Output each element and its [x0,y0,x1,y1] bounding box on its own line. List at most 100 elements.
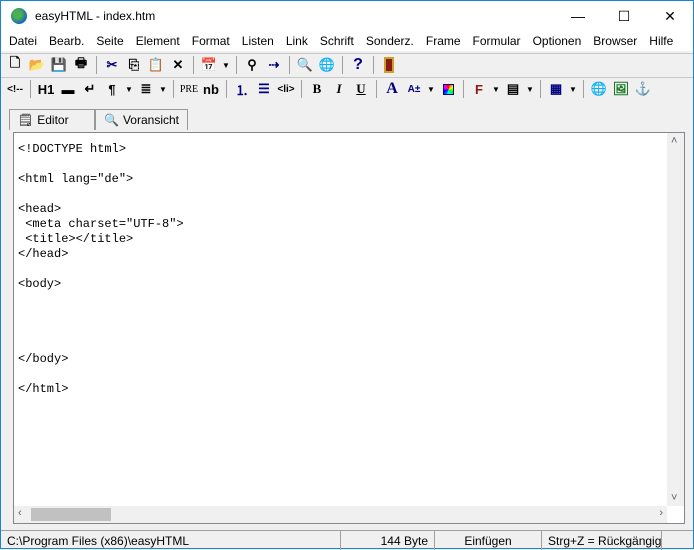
toolbar-format: <!-- H1 ▬ ↵ ¶ ▼ ≣ ▼ PRE nb ⒈ ☰ <li> B I … [1,77,693,100]
italic-button[interactable]: I [328,78,350,100]
new-icon[interactable]: 🗋 [4,54,26,76]
menu-item[interactable]: Sonderz. [360,34,420,48]
menu-item[interactable]: Listen [236,34,280,48]
delete-icon[interactable]: ✕ [167,54,189,76]
paragraph-icon[interactable]: ¶ [101,78,123,100]
magnifier-icon: 🔍 [104,113,119,127]
exit-icon[interactable] [378,54,400,76]
menu-item[interactable]: Schrift [314,34,360,48]
font-size-button[interactable]: A± [403,78,425,100]
open-icon[interactable]: 📂 [26,54,48,76]
minimize-button[interactable]: — [555,1,601,31]
menu-item[interactable]: Hilfe [643,34,679,48]
status-mode: Einfügen [435,531,542,550]
status-size: 144 Byte [341,531,435,550]
unordered-list-icon[interactable]: ☰ [253,78,275,100]
font-size-dropdown[interactable]: ▼ [425,85,437,94]
preview-icon[interactable]: 🔍 [294,54,316,76]
replace-icon[interactable]: ⇢ [263,54,285,76]
browser-icon[interactable]: 🌐 [316,54,338,76]
tab-voransicht[interactable]: 🔍 Voransicht [95,109,188,130]
underline-button[interactable]: U [350,78,372,100]
menu-bar: Datei Bearb. Seite Element Format Listen Link S… [1,31,693,51]
separator [373,56,374,74]
paste-icon[interactable]: 📋 [145,54,167,76]
menu-item[interactable]: Bearb. [43,34,90,48]
cut-icon[interactable]: ✂ [101,54,123,76]
code-line: </head> [18,247,69,261]
code-line: <!DOCTYPE html> [18,142,127,156]
image-icon[interactable]: 🖼 [610,78,632,100]
date-dropdown[interactable]: ▼ [220,61,232,70]
help-icon[interactable]: ? [347,54,369,76]
h1-button[interactable]: H1 [35,78,57,100]
align-dropdown[interactable]: ▼ [157,85,169,94]
status-bar: C:\Program Files (x86)\easyHTML 144 Byte… [1,530,693,550]
color-icon[interactable] [437,78,459,100]
close-button[interactable]: ✕ [647,1,693,31]
menu-item[interactable]: Formular [467,34,527,48]
code-editor[interactable]: <!DOCTYPE html> <html lang="de"> <head> <m… [13,132,685,524]
nbsp-button[interactable]: nb [200,78,222,100]
tab-label: Editor [37,113,69,127]
table-icon[interactable]: ▦ [545,78,567,100]
link-globe-icon[interactable]: 🌐 [588,78,610,100]
code-text[interactable]: <!DOCTYPE html> <html lang="de"> <head> <m… [18,142,184,397]
frame-dropdown[interactable]: ▼ [524,85,536,94]
status-hint: Strg+Z = Rückgängig [542,531,662,550]
table-dropdown[interactable]: ▼ [567,85,579,94]
list-item-button[interactable]: <li> [275,78,297,100]
separator [193,56,194,74]
horizontal-scrollbar[interactable]: ‹ › [14,506,667,523]
hr-icon[interactable]: ▬ [57,78,79,100]
app-globe-icon [11,8,27,24]
menu-item[interactable]: Datei [3,34,43,48]
menu-item[interactable]: Optionen [527,34,588,48]
pre-button[interactable]: PRE [178,78,200,100]
align-icon[interactable]: ≣ [135,78,157,100]
frame-icon[interactable]: ▤ [502,78,524,100]
code-line: </body> [18,352,69,366]
print-icon[interactable]: 🖶 [70,54,92,76]
status-path: C:\Program Files (x86)\easyHTML [1,531,341,550]
menu-item[interactable]: Frame [420,34,467,48]
code-line: <meta charset="UTF-8"> [18,217,184,231]
menu-item[interactable]: Browser [587,34,643,48]
scroll-thumb[interactable] [31,508,111,521]
code-line: <title></title> [18,232,134,246]
paragraph-dropdown[interactable]: ▼ [123,85,135,94]
separator [376,80,377,98]
code-line: <head> [18,202,62,216]
linebreak-icon[interactable]: ↵ [79,78,101,100]
copy-icon[interactable]: ⎘ [123,54,145,76]
maximize-button[interactable]: ☐ [601,1,647,31]
menu-item[interactable]: Element [130,34,186,48]
document-icon: 🗒 [18,113,34,127]
menu-item[interactable]: Link [280,34,314,48]
tab-editor[interactable]: 🗒 Editor [9,109,95,130]
tab-label: Voransicht [122,113,179,127]
code-line: <body> [18,277,62,291]
menu-item[interactable]: Format [186,34,236,48]
editor-tabs: 🗒 Editor 🔍 Voransicht [9,109,188,130]
date-icon[interactable]: 📅 [198,54,220,76]
save-icon[interactable]: 💾 [48,54,70,76]
title-bar: easyHTML - index.htm — ☐ ✕ [1,1,693,31]
code-line: </html> [18,382,69,396]
form-icon[interactable]: F [468,78,490,100]
ordered-list-icon[interactable]: ⒈ [231,78,253,100]
font-button[interactable]: A [381,78,403,100]
find-icon[interactable]: ⚲ [241,54,263,76]
comment-button[interactable]: <!-- [4,78,26,100]
anchor-icon[interactable]: ⚓ [632,78,654,100]
bold-button[interactable]: B [306,78,328,100]
menu-item[interactable]: Seite [90,34,129,48]
form-dropdown[interactable]: ▼ [490,85,502,94]
vertical-scrollbar[interactable]: ˄ ˅ [667,133,684,506]
separator [226,80,227,98]
